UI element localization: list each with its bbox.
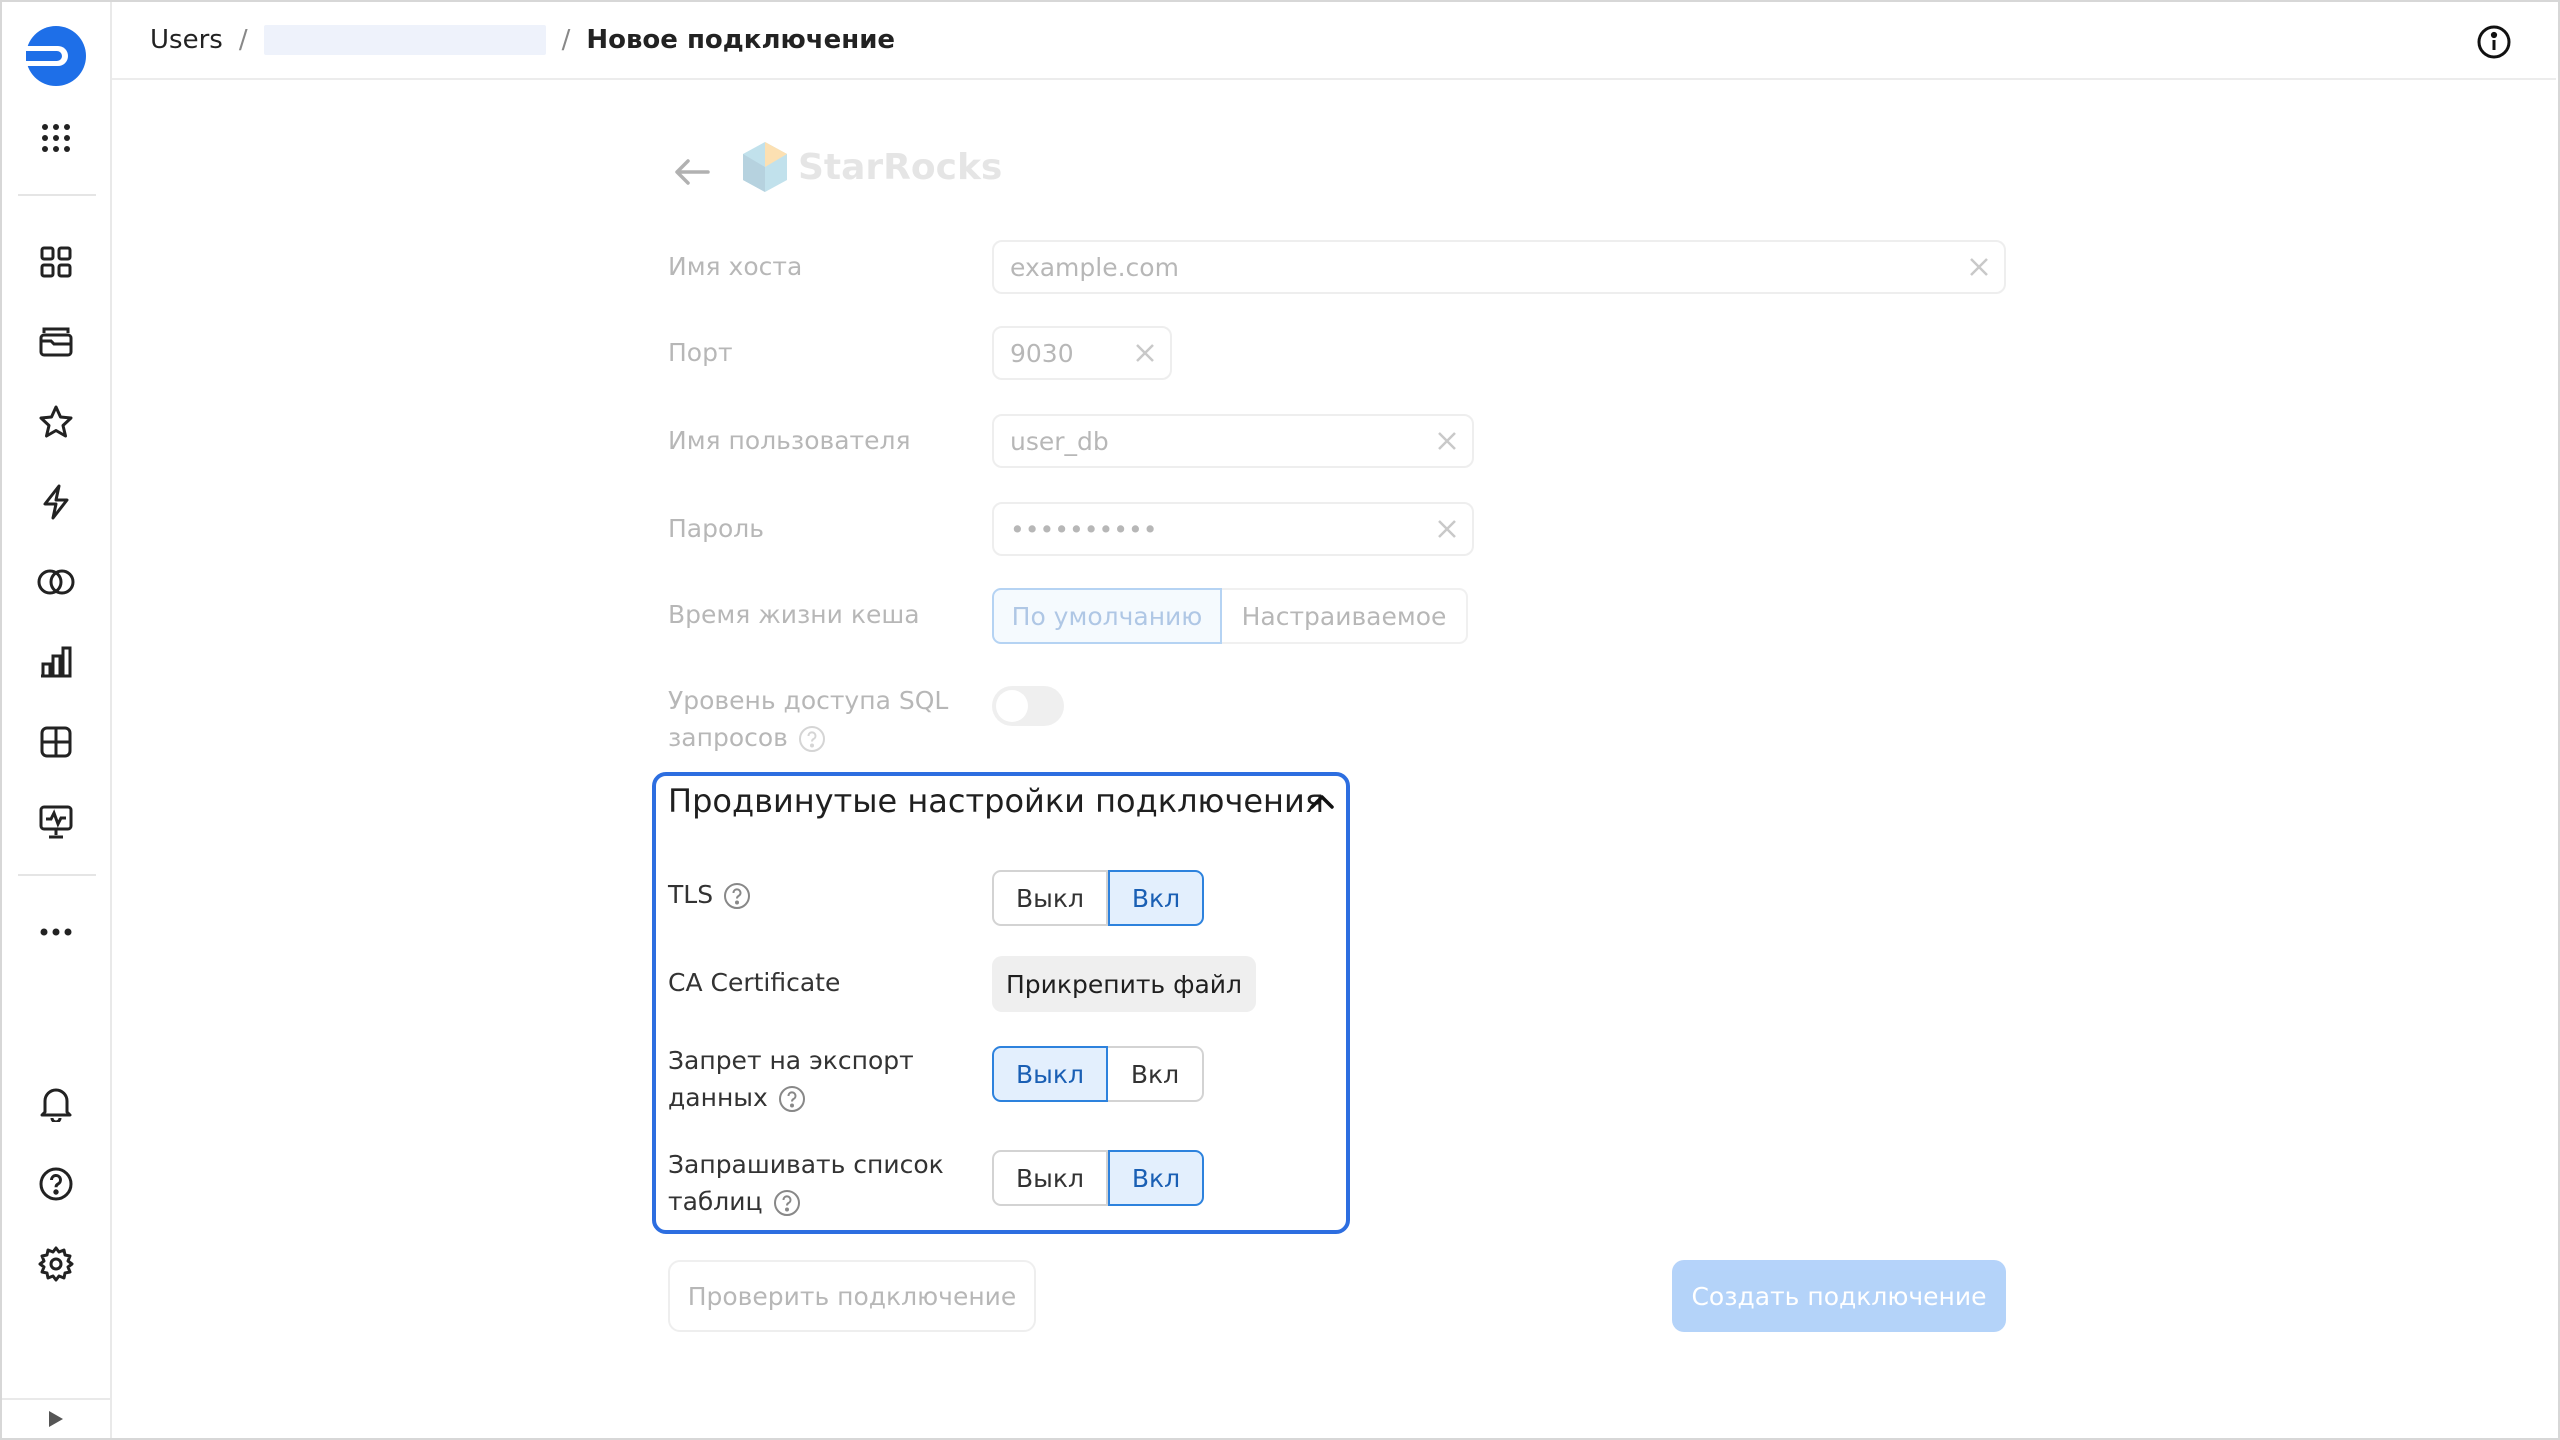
cache-label: Время жизни кеша — [668, 600, 920, 629]
tls-label: TLS — [668, 876, 751, 913]
top-header: Users / / Новое подключение — [112, 2, 2556, 80]
password-input[interactable]: •••••••••• — [992, 502, 1474, 556]
breadcrumb-separator: / — [561, 25, 571, 55]
clear-icon[interactable] — [1436, 518, 1458, 540]
starrocks-logo-icon — [743, 142, 787, 192]
sidebar-divider — [18, 194, 96, 196]
clear-icon[interactable] — [1436, 430, 1458, 452]
sidebar — [2, 2, 112, 1438]
play-expand-icon — [49, 1411, 63, 1427]
help-icon[interactable] — [798, 725, 826, 753]
sql-level-label: Уровень доступа SQL запросов — [668, 686, 949, 753]
export-ban-segmented-control: Выкл Вкл — [992, 1046, 1204, 1102]
request-tables-label: Запрашивать список таблиц — [668, 1150, 944, 1217]
clear-icon[interactable] — [1968, 256, 1990, 278]
host-value: example.com — [1010, 252, 1179, 282]
host-label: Имя хоста — [668, 252, 803, 281]
help-icon[interactable] — [2, 1154, 110, 1214]
tls-segmented-control: Выкл Вкл — [992, 870, 1204, 926]
apps-grid-icon[interactable] — [2, 108, 110, 168]
export-ban-option-off[interactable]: Выкл — [992, 1046, 1108, 1102]
tls-option-off[interactable]: Выкл — [992, 870, 1108, 926]
sidebar-divider — [18, 874, 96, 876]
cache-option-default[interactable]: По умолчанию — [992, 588, 1222, 644]
connection-form-page: StarRocks Имя хоста example.com Порт 903… — [112, 80, 2556, 1436]
port-label: Порт — [668, 338, 733, 367]
create-connection-button[interactable]: Создать подключение — [1672, 1260, 2006, 1332]
password-value: •••••••••• — [1010, 514, 1158, 544]
cache-option-custom[interactable]: Настраиваемое — [1222, 588, 1468, 644]
connector-name: StarRocks — [798, 146, 1003, 188]
username-value: user_db — [1010, 426, 1109, 456]
password-label: Пароль — [668, 514, 764, 543]
expand-sidebar-button[interactable] — [2, 1398, 110, 1438]
advanced-settings-title[interactable]: Продвинутые настройки подключения — [668, 782, 1324, 820]
sidebar-item-charts-icon[interactable] — [2, 632, 110, 692]
port-input[interactable]: 9030 — [992, 326, 1172, 380]
back-arrow-icon[interactable] — [670, 150, 714, 194]
breadcrumb-item-hidden[interactable] — [263, 25, 546, 55]
breadcrumb-current: Новое подключение — [586, 25, 896, 55]
host-input[interactable]: example.com — [992, 240, 2006, 294]
sidebar-item-collections-icon[interactable] — [2, 312, 110, 372]
breadcrumb-item-users[interactable]: Users — [150, 25, 223, 55]
sidebar-item-datasets-icon[interactable] — [2, 712, 110, 772]
username-input[interactable]: user_db — [992, 414, 1474, 468]
export-ban-option-on[interactable]: Вкл — [1108, 1046, 1204, 1102]
sql-level-toggle[interactable] — [992, 686, 1064, 726]
sidebar-item-dashboards-icon[interactable] — [2, 232, 110, 292]
sidebar-item-monitoring-icon[interactable] — [2, 792, 110, 852]
request-tables-option-off[interactable]: Выкл — [992, 1150, 1108, 1206]
notifications-bell-icon[interactable] — [2, 1074, 110, 1134]
help-icon[interactable] — [773, 1189, 801, 1217]
breadcrumb-separator: / — [238, 25, 248, 55]
cache-segmented-control: По умолчанию Настраиваемое — [992, 588, 1468, 644]
tls-option-on[interactable]: Вкл — [1108, 870, 1204, 926]
sidebar-item-activity-icon[interactable] — [2, 472, 110, 532]
help-icon[interactable] — [778, 1085, 806, 1113]
check-connection-button[interactable]: Проверить подключение — [668, 1260, 1036, 1332]
settings-gear-icon[interactable] — [2, 1234, 110, 1294]
request-tables-option-on[interactable]: Вкл — [1108, 1150, 1204, 1206]
export-ban-label: Запрет на экспорт данных — [668, 1046, 914, 1113]
chevron-up-icon[interactable] — [1306, 786, 1338, 818]
info-icon[interactable] — [2476, 24, 2512, 60]
request-tables-segmented-control: Выкл Вкл — [992, 1150, 1204, 1206]
username-label: Имя пользователя — [668, 426, 911, 455]
ca-certificate-label: CA Certificate — [668, 968, 841, 997]
connector-logo: StarRocks — [740, 140, 1002, 194]
sidebar-item-favorites-icon[interactable] — [2, 392, 110, 452]
help-icon[interactable] — [723, 882, 751, 910]
sidebar-item-connections-icon[interactable] — [2, 552, 110, 612]
port-value: 9030 — [1010, 338, 1074, 368]
clear-icon[interactable] — [1134, 342, 1156, 364]
datalens-logo-icon[interactable] — [2, 26, 110, 86]
more-icon[interactable] — [2, 902, 110, 962]
attach-file-button[interactable]: Прикрепить файл — [992, 956, 1256, 1012]
breadcrumb: Users / / Новое подключение — [150, 22, 895, 58]
